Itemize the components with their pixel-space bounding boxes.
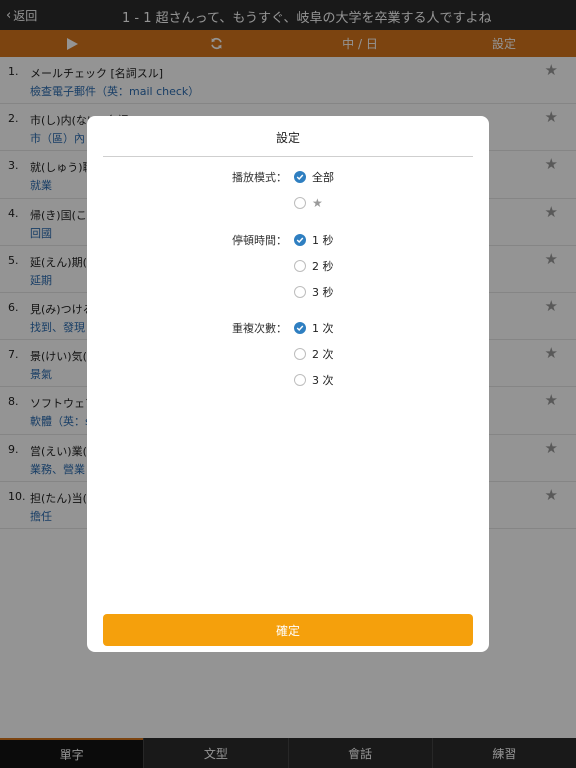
repeat-count-option-1[interactable]: 1 次 (294, 320, 334, 336)
radio-unchecked-icon (294, 286, 306, 298)
pause-time-label: 停頓時間： (232, 234, 287, 247)
play-mode-option-all[interactable]: 全部 (294, 169, 334, 185)
option-label: 全部 (312, 171, 334, 184)
radio-unchecked-icon (294, 348, 306, 360)
repeat-count-label: 重複次數： (232, 322, 287, 335)
play-mode-label: 播放模式： (232, 171, 287, 184)
radio-checked-icon (294, 171, 306, 183)
option-label: 2 次 (312, 348, 334, 361)
pause-time-option-1[interactable]: 1 秒 (294, 232, 334, 248)
play-mode-option-starred[interactable]: ★ (294, 196, 323, 210)
repeat-count-option-3[interactable]: 3 次 (294, 372, 334, 388)
pause-time-option-3[interactable]: 3 秒 (294, 284, 334, 300)
confirm-button[interactable]: 確定 (103, 614, 473, 646)
pause-time-option-2[interactable]: 2 秒 (294, 258, 334, 274)
radio-checked-icon (294, 234, 306, 246)
option-label: 3 次 (312, 374, 334, 387)
settings-dialog: 設定 播放模式： 全部 ★ 停頓時間： 1 秒 2 秒 3 秒 重複次數： 1 … (87, 116, 489, 652)
dialog-title: 設定 (275, 131, 300, 145)
star-icon: ★ (312, 196, 323, 210)
option-label: 3 秒 (312, 286, 334, 299)
radio-unchecked-icon (294, 260, 306, 272)
radio-unchecked-icon (294, 197, 306, 209)
radio-checked-icon (294, 322, 306, 334)
option-label: 1 次 (312, 322, 334, 335)
radio-unchecked-icon (294, 374, 306, 386)
option-label: 2 秒 (312, 260, 334, 273)
divider (103, 156, 473, 157)
repeat-count-option-2[interactable]: 2 次 (294, 346, 334, 362)
option-label: 1 秒 (312, 234, 334, 247)
